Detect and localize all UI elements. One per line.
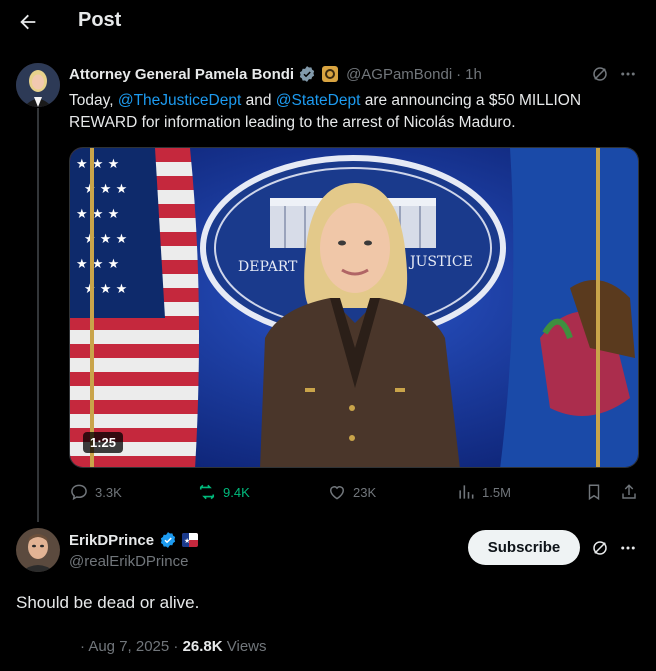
repost-button[interactable]: 9.4K <box>197 482 250 502</box>
thread-connector-line <box>37 108 39 522</box>
svg-text:★: ★ <box>184 537 190 545</box>
reply-count: 3.3K <box>95 484 122 500</box>
svg-text:★ ★ ★: ★ ★ ★ <box>76 157 119 172</box>
video-thumbnail: ★ ★ ★★ ★ ★ ★ ★ ★★ ★ ★ ★ ★ ★★ ★ ★ DEPART … <box>70 148 638 467</box>
views-button[interactable]: 1.5M <box>456 482 511 502</box>
reply-text: Should be dead or alive. <box>16 593 200 612</box>
svg-text:★ ★ ★: ★ ★ ★ <box>76 207 119 222</box>
more-options-icon[interactable] <box>618 64 638 84</box>
reply-author-avatar[interactable] <box>16 528 60 572</box>
repost-count: 9.4K <box>223 484 250 500</box>
bookmark-icon[interactable] <box>584 482 604 502</box>
grok-icon[interactable] <box>590 538 610 558</box>
share-icon[interactable] <box>619 482 639 502</box>
like-button[interactable]: 23K <box>327 482 376 502</box>
author-handle[interactable]: @AGPamBondi <box>346 66 452 83</box>
post-text: Today, @TheJusticeDept and @StateDept ar… <box>69 92 582 131</box>
video-duration: 1:25 <box>83 432 124 453</box>
reply-views-label: Views <box>222 638 267 655</box>
reply-author-handle[interactable]: @realErikDPrince <box>69 553 188 570</box>
mention-link[interactable]: @TheJusticeDept <box>118 92 241 109</box>
post-time[interactable]: 1h <box>465 66 482 83</box>
video-player[interactable]: ★ ★ ★ ★ ★ ★ ★ ★ ★ ★ ★ ★ ★ ★ ★ ★ ★ ★ DEPART … <box>69 147 639 468</box>
analytics-icon <box>459 485 474 499</box>
svg-text:★ ★ ★: ★ ★ ★ <box>76 257 119 272</box>
reply-button[interactable]: 3.3K <box>69 482 122 502</box>
more-options-icon[interactable] <box>618 538 638 558</box>
page-title: Post <box>78 9 122 31</box>
like-count: 23K <box>353 484 377 500</box>
agency-seal-icon <box>322 66 339 82</box>
flag-badge-icon: ★ <box>182 533 199 547</box>
seal-text-left: DEPART <box>238 259 298 275</box>
back-arrow-icon[interactable] <box>16 10 40 34</box>
repost-icon <box>199 484 215 500</box>
mention-link[interactable]: @StateDept <box>276 92 361 109</box>
views-count: 1.5M <box>482 484 511 500</box>
seal-text-right: JUSTICE <box>408 254 473 270</box>
separator-dot: · <box>456 65 462 83</box>
grok-icon[interactable] <box>590 64 610 84</box>
reply-author-name[interactable]: ErikDPrince <box>69 532 154 549</box>
subscribe-button[interactable]: Subscribe <box>468 530 580 565</box>
heart-icon <box>329 486 345 500</box>
reply-icon <box>71 484 87 501</box>
reply-meta: · Aug 7, 2025 · 26.8K Views <box>80 638 267 655</box>
reply-date[interactable]: · Aug 7, 2025 · <box>80 638 183 655</box>
verified-gray-badge-icon <box>298 65 316 83</box>
reply-views-count: 26.8K <box>182 638 223 655</box>
author-avatar[interactable] <box>16 63 60 107</box>
author-name[interactable]: Attorney General Pamela Bondi <box>69 66 294 83</box>
verified-blue-badge-icon <box>159 531 177 549</box>
